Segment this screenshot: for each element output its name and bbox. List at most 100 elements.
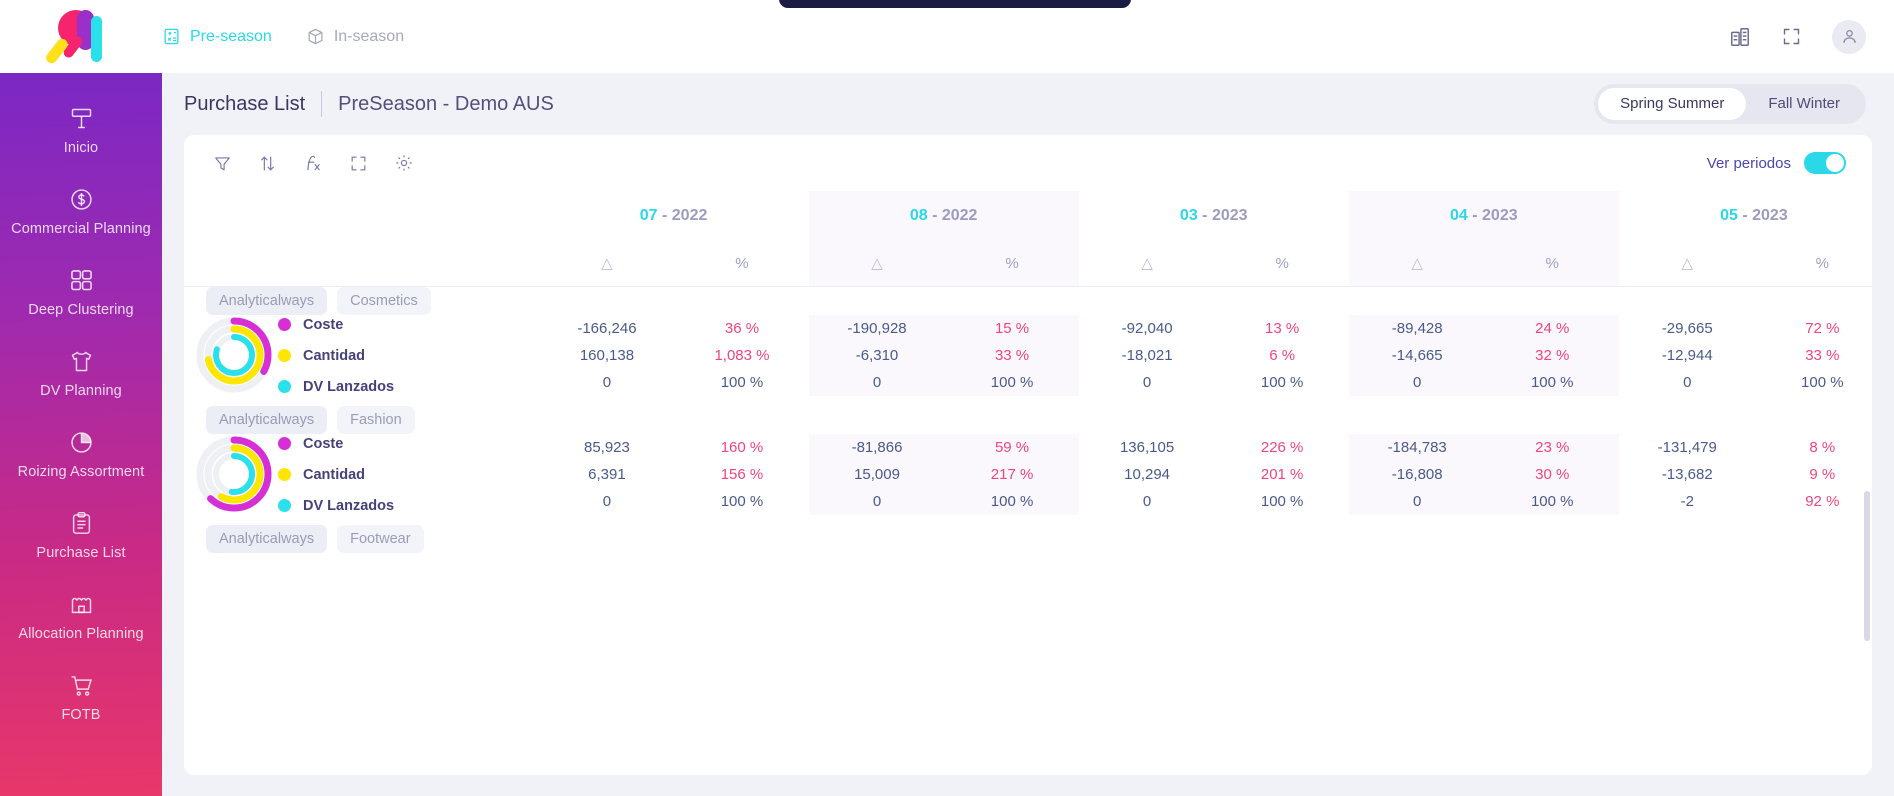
settings-gear-icon[interactable] bbox=[391, 150, 417, 176]
cell-delta: 10,294 bbox=[1124, 465, 1171, 483]
sort-icon[interactable] bbox=[255, 151, 280, 176]
vertical-scrollbar[interactable] bbox=[1864, 491, 1870, 641]
cell-percent: 59 % bbox=[945, 433, 1079, 461]
cell-percent: 30 % bbox=[1485, 460, 1619, 488]
reports-icon[interactable] bbox=[1729, 26, 1751, 48]
cell-delta: 0 bbox=[1348, 368, 1486, 396]
metric-header-spacer bbox=[184, 241, 539, 287]
sidebar-item-purchase-list[interactable]: Purchase List bbox=[0, 496, 162, 577]
cell-delta: -12,944 bbox=[1661, 346, 1713, 364]
main-content: Purchase List PreSeason - Demo AUS Sprin… bbox=[162, 73, 1894, 796]
group-tag[interactable]: Analyticalways bbox=[206, 286, 328, 315]
cell-percent: 226 % bbox=[1260, 438, 1304, 456]
cell-percent: 8 % bbox=[1809, 438, 1836, 456]
cell-delta: 0 bbox=[1142, 373, 1152, 391]
expand-icon[interactable] bbox=[346, 151, 371, 176]
period-header-4[interactable]: 05 - 2023 bbox=[1619, 191, 1872, 241]
cell-delta: -89,428 bbox=[1348, 314, 1486, 342]
group-tags: Analyticalways Cosmetics bbox=[184, 286, 1872, 315]
metric-header-pct-3[interactable]: % bbox=[1485, 241, 1619, 287]
period-header-2[interactable]: 03 - 2023 bbox=[1079, 191, 1349, 241]
logo-container[interactable] bbox=[0, 8, 162, 66]
cell-delta: 0 bbox=[602, 373, 612, 391]
cell-percent: 92 % bbox=[1805, 492, 1840, 510]
group-tag[interactable]: Fashion bbox=[337, 405, 415, 434]
group-summary-cell: Coste Cantidad DV Lanzados bbox=[184, 434, 539, 515]
period-header-3[interactable]: 04 - 2023 bbox=[1348, 191, 1619, 241]
metric-header-delta-2[interactable]: △ bbox=[1078, 241, 1216, 287]
cell-percent: 100 % bbox=[720, 373, 764, 391]
group-tag[interactable]: Footwear bbox=[337, 524, 424, 553]
cell-percent: 1,083 % bbox=[714, 346, 770, 364]
sidebar-item-fotb[interactable]: FOTB bbox=[0, 658, 162, 739]
calculator-icon bbox=[162, 27, 181, 46]
cell-delta: -81,866 bbox=[808, 433, 946, 461]
metric-header-delta-4[interactable]: △ bbox=[1618, 241, 1756, 287]
row-spacer bbox=[184, 396, 1872, 406]
breadcrumb-main[interactable]: Purchase List bbox=[184, 93, 305, 116]
sidebar-item-roizing-assortment[interactable]: Roizing Assortment bbox=[0, 415, 162, 496]
season-toggle: Spring Summer Fall Winter bbox=[1594, 84, 1866, 124]
cell-percent: 100 % bbox=[1485, 487, 1619, 515]
metric-header-delta-1[interactable]: △ bbox=[808, 241, 946, 287]
tab-pre-season[interactable]: Pre-season bbox=[162, 27, 272, 46]
cell-delta: -6,310 bbox=[808, 341, 946, 369]
table-head: 07 - 2022 08 - 2022 03 - 2023 04 - 2023 bbox=[184, 191, 1872, 287]
legend-color-dot bbox=[278, 437, 291, 450]
cell-percent: 100 % bbox=[1485, 368, 1619, 396]
metric-header-pct-4[interactable]: % bbox=[1755, 241, 1872, 287]
cell-delta: 0 bbox=[1683, 373, 1692, 391]
cell-delta: -166,246 bbox=[577, 319, 637, 337]
group-tag[interactable]: Cosmetics bbox=[337, 286, 431, 315]
top-bar-actions bbox=[1729, 19, 1894, 54]
fullscreen-icon[interactable] bbox=[1781, 26, 1802, 47]
cell-delta: 6,391 bbox=[588, 465, 626, 483]
group-tag[interactable]: Analyticalways bbox=[206, 524, 328, 553]
metric-header-pct-2[interactable]: % bbox=[1215, 241, 1349, 287]
sidebar: Inicio Commercial Planning Deep Clusteri… bbox=[0, 73, 162, 796]
metric-header-pct-0[interactable]: % bbox=[675, 241, 809, 287]
purchase-data-table: 07 - 2022 08 - 2022 03 - 2023 04 - 2023 bbox=[184, 191, 1872, 553]
cell-delta: 0 bbox=[808, 487, 946, 515]
cell-percent: 100 % bbox=[945, 368, 1079, 396]
sidebar-item-inicio[interactable]: Inicio bbox=[0, 91, 162, 172]
metric-header-pct-1[interactable]: % bbox=[945, 241, 1079, 287]
formula-fx-icon[interactable] bbox=[300, 150, 326, 176]
tab-in-season[interactable]: In-season bbox=[306, 27, 404, 46]
grid-squares-icon bbox=[68, 267, 95, 294]
filter-icon[interactable] bbox=[210, 151, 235, 176]
sidebar-item-fotb-label: FOTB bbox=[61, 707, 101, 723]
cell-percent: 100 % bbox=[1260, 492, 1304, 510]
period-header-0[interactable]: 07 - 2022 bbox=[539, 191, 809, 241]
sidebar-item-dv-planning[interactable]: DV Planning bbox=[0, 334, 162, 415]
cell-delta: 15,009 bbox=[808, 460, 946, 488]
group-tags: Analyticalways Fashion bbox=[184, 405, 1872, 434]
season-spring-summer[interactable]: Spring Summer bbox=[1598, 88, 1747, 120]
group-summary-cell: Coste Cantidad DV Lanzados bbox=[184, 315, 539, 396]
user-avatar-icon[interactable] bbox=[1832, 19, 1866, 54]
tshirt-icon bbox=[68, 348, 95, 375]
cell-delta: 0 bbox=[602, 492, 612, 510]
cell-delta: -16,808 bbox=[1348, 460, 1486, 488]
sidebar-item-deep-clustering[interactable]: Deep Clustering bbox=[0, 253, 162, 334]
sidebar-item-purchase-list-label: Purchase List bbox=[36, 545, 126, 561]
sidebar-item-allocation-planning-label: Allocation Planning bbox=[18, 626, 144, 642]
cell-delta: 136,105 bbox=[1119, 438, 1175, 456]
sidebar-item-allocation-planning[interactable]: Allocation Planning bbox=[0, 577, 162, 658]
metric-header-delta-3[interactable]: △ bbox=[1348, 241, 1486, 287]
metric-header-delta-0[interactable]: △ bbox=[538, 241, 676, 287]
legend-item: DV Lanzados bbox=[278, 498, 394, 514]
cell-percent: 9 % bbox=[1809, 465, 1836, 483]
season-fall-winter[interactable]: Fall Winter bbox=[1746, 88, 1862, 120]
sidebar-item-commercial-planning[interactable]: Commercial Planning bbox=[0, 172, 162, 253]
ver-periodos-toggle[interactable] bbox=[1804, 152, 1846, 174]
group-tags: Analyticalways Footwear bbox=[184, 524, 1872, 553]
ver-periodos-label: Ver periodos bbox=[1706, 154, 1791, 172]
group-tag[interactable]: Analyticalways bbox=[206, 405, 328, 434]
top-nav-tabs: Pre-season In-season bbox=[162, 27, 404, 46]
legend-label: Coste bbox=[303, 316, 344, 333]
period-header-1[interactable]: 08 - 2022 bbox=[808, 191, 1079, 241]
cell-delta: -18,021 bbox=[1121, 346, 1173, 364]
cell-percent: 100 % bbox=[720, 492, 764, 510]
cell-delta: -2 bbox=[1680, 492, 1694, 510]
